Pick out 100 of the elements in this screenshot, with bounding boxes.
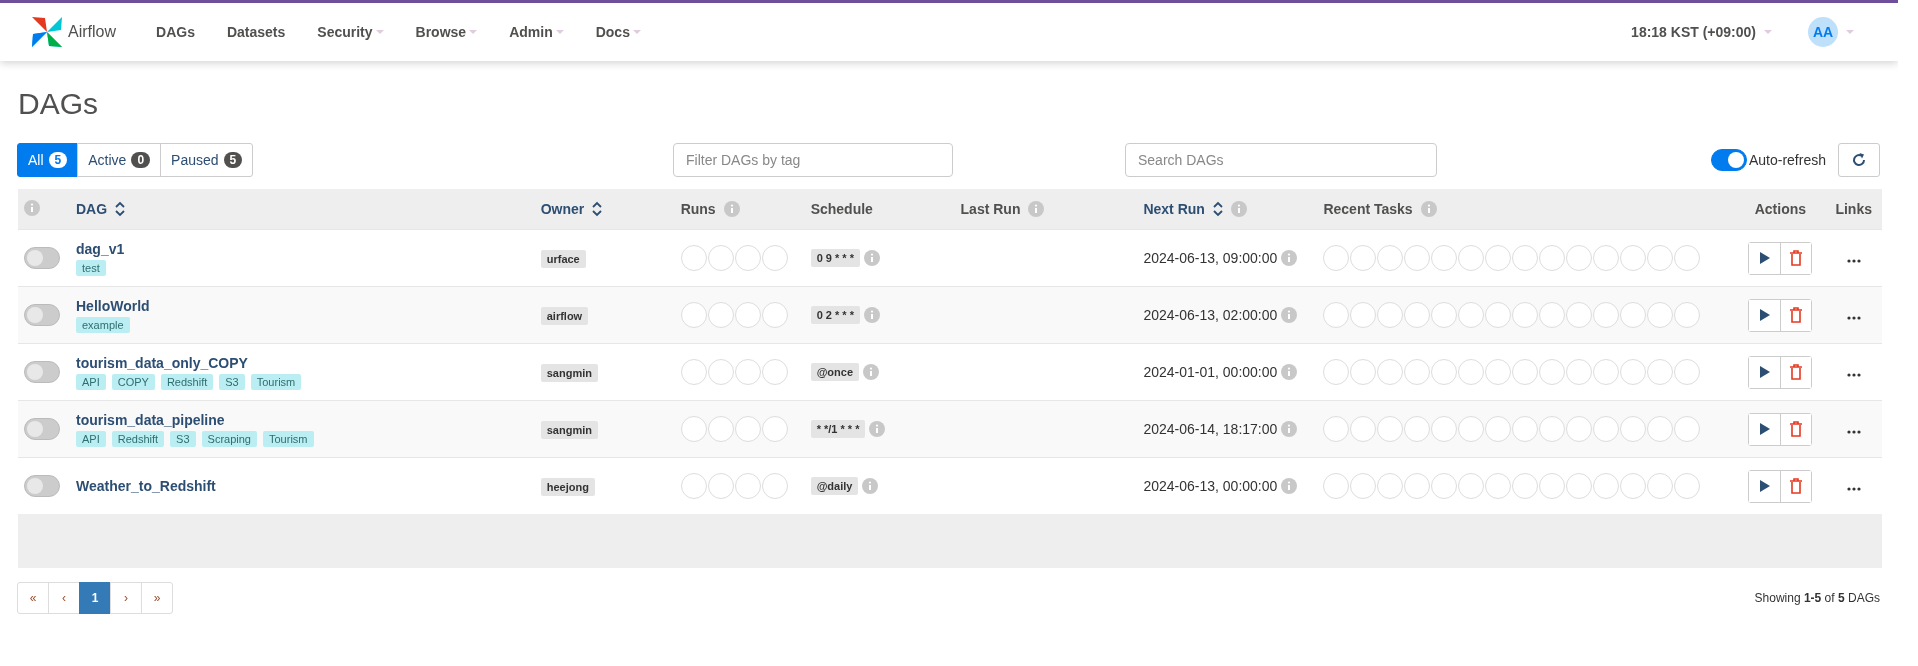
run-status-circle xyxy=(680,245,707,271)
dag-tag[interactable]: API xyxy=(76,373,106,390)
pagination-button[interactable]: › xyxy=(110,582,142,614)
status-filter-tab[interactable]: Active 0 xyxy=(77,143,162,177)
task-status-circle xyxy=(1593,359,1620,385)
status-filter-tab[interactable]: All 5 xyxy=(17,143,79,177)
pause-toggle[interactable] xyxy=(24,475,60,497)
more-options-icon[interactable] xyxy=(1846,487,1861,491)
task-status-circle xyxy=(1620,416,1647,442)
task-status-circle xyxy=(1377,359,1404,385)
nav-menu-item[interactable]: Datasets xyxy=(226,20,286,44)
caret-icon xyxy=(469,29,478,35)
dag-name-link[interactable]: tourism_data_only_COPY xyxy=(76,354,521,371)
count-badge: 5 xyxy=(48,152,68,168)
dag-tag[interactable]: Tourism xyxy=(250,373,302,390)
dag-tag[interactable]: S3 xyxy=(170,430,196,447)
task-status-circle xyxy=(1620,302,1647,328)
task-status-circle xyxy=(1593,416,1620,442)
more-options-icon[interactable] xyxy=(1846,430,1861,434)
dag-tag[interactable]: COPY xyxy=(111,373,155,390)
dag-tag[interactable]: Redshift xyxy=(111,430,165,447)
info-icon xyxy=(1281,307,1298,323)
dag-tag[interactable]: S3 xyxy=(219,373,245,390)
dag-tag[interactable]: API xyxy=(76,430,106,447)
pause-toggle[interactable] xyxy=(24,418,60,440)
column-header[interactable]: Owner xyxy=(540,201,603,217)
sort-icon[interactable] xyxy=(115,201,126,217)
dag-tag[interactable]: test xyxy=(76,259,106,276)
info-icon xyxy=(863,307,880,323)
nav-menu-item[interactable]: Docs xyxy=(595,20,641,44)
more-options-icon[interactable] xyxy=(1846,259,1861,263)
info-icon xyxy=(1420,201,1437,217)
nav-menu-item[interactable]: DAGs xyxy=(156,20,195,44)
caret-icon xyxy=(1764,29,1772,35)
pause-toggle[interactable] xyxy=(24,361,60,383)
task-status-circle xyxy=(1566,416,1593,442)
dag-tag[interactable]: example xyxy=(76,316,130,333)
brand-name[interactable]: Airflow xyxy=(68,23,116,41)
refresh-button[interactable] xyxy=(1838,143,1880,177)
trash-icon xyxy=(1790,307,1803,323)
run-status-circle xyxy=(761,302,788,328)
trigger-dag-button[interactable] xyxy=(1749,413,1781,445)
next-run-text: 2024-06-13, 09:00:00 xyxy=(1143,250,1278,266)
tag-filter-field[interactable]: Filter DAGs by tag xyxy=(673,143,953,177)
pagination-button[interactable]: 1 xyxy=(79,582,111,614)
nav-menu-item[interactable]: Security xyxy=(317,20,384,44)
task-status-circle xyxy=(1458,245,1485,271)
timezone-clock[interactable]: 18:18 KST (+09:00) xyxy=(1625,23,1778,41)
task-status-circle xyxy=(1593,473,1620,499)
info-icon xyxy=(1028,201,1045,217)
trash-icon xyxy=(1790,364,1803,380)
more-options-icon[interactable] xyxy=(1846,373,1861,377)
task-status-circle xyxy=(1485,416,1512,442)
owner-badge[interactable]: sangmin xyxy=(540,421,598,439)
owner-badge[interactable]: urface xyxy=(540,250,586,268)
dag-tag[interactable]: Scraping xyxy=(201,430,257,447)
schedule-badge[interactable]: 0 2 * * * xyxy=(810,306,860,324)
dag-name-link[interactable]: tourism_data_pipeline xyxy=(76,411,521,428)
search-field[interactable]: Search DAGs xyxy=(1125,143,1437,177)
dag-name-link[interactable]: HelloWorld xyxy=(76,297,521,314)
pagination-button[interactable]: « xyxy=(17,582,49,614)
dag-name-link[interactable]: dag_v1 xyxy=(76,240,521,257)
page-title: DAGs xyxy=(18,87,99,121)
column-header[interactable]: DAG xyxy=(76,201,126,217)
owner-badge[interactable]: sangmin xyxy=(540,364,598,382)
task-status-circle xyxy=(1647,473,1674,499)
nav-menu-item[interactable]: Browse xyxy=(415,20,478,44)
schedule-badge[interactable]: * */1 * * * xyxy=(810,420,866,438)
sort-icon[interactable] xyxy=(592,201,603,217)
pinwheel-logo-icon[interactable] xyxy=(30,15,64,49)
task-status-circle xyxy=(1620,245,1647,271)
auto-refresh-toggle[interactable] xyxy=(1710,149,1747,171)
owner-badge[interactable]: airflow xyxy=(540,307,589,325)
next-run-text: 2024-06-13, 02:00:00 xyxy=(1143,307,1278,323)
task-status-circle xyxy=(1458,473,1485,499)
task-status-circle xyxy=(1647,245,1674,271)
pagination-button[interactable]: ‹ xyxy=(48,582,80,614)
info-icon xyxy=(723,201,740,217)
more-options-icon[interactable] xyxy=(1846,316,1861,320)
task-status-circle xyxy=(1620,359,1647,385)
task-status-circle xyxy=(1350,302,1377,328)
info-icon xyxy=(1281,478,1298,494)
status-filter-tab[interactable]: Paused 5 xyxy=(160,143,254,177)
task-status-circle xyxy=(1377,416,1404,442)
pause-toggle[interactable] xyxy=(24,304,60,326)
trash-icon xyxy=(1790,478,1803,494)
owner-badge[interactable]: heejong xyxy=(540,478,595,496)
run-status-circle xyxy=(680,473,707,499)
dag-tag[interactable]: Tourism xyxy=(263,430,314,447)
dag-name-link[interactable]: Weather_to_Redshift xyxy=(76,478,521,494)
pagination-button[interactable]: » xyxy=(141,582,173,614)
trigger-dag-button[interactable] xyxy=(1749,299,1781,331)
dag-tag[interactable]: Redshift xyxy=(160,373,214,390)
sort-icon[interactable] xyxy=(1212,201,1223,217)
schedule-badge[interactable]: @once xyxy=(810,363,860,381)
play-icon xyxy=(1759,366,1770,378)
nav-menu-item[interactable]: Admin xyxy=(509,20,564,44)
schedule-badge[interactable]: 0 9 * * * xyxy=(810,249,860,267)
schedule-badge[interactable]: @daily xyxy=(810,477,859,495)
pause-toggle[interactable] xyxy=(24,247,60,269)
